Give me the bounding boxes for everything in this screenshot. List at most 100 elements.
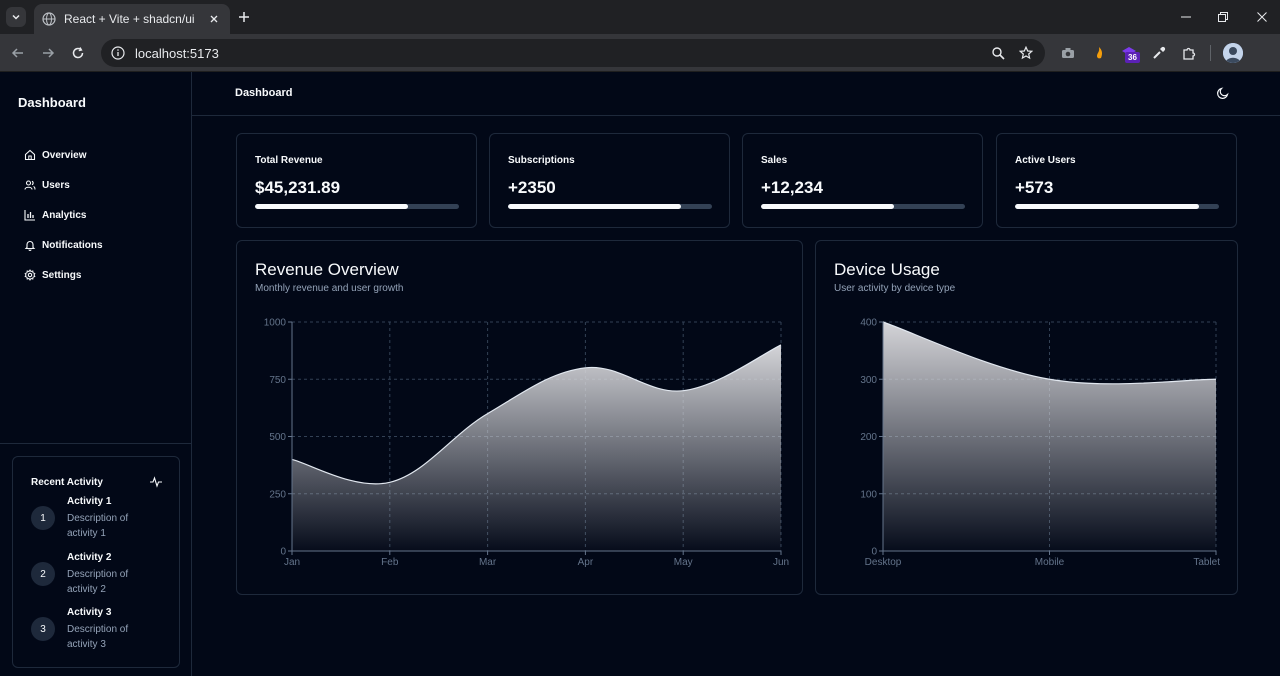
- arrow-right-icon: [43, 48, 55, 58]
- device-area-chart: 0 100 200 300 400 Desktop Mobile Tablet: [860, 318, 1220, 569]
- series-area: [292, 344, 781, 551]
- stat-value: +12,234: [761, 178, 823, 197]
- top-header: Dashboard: [192, 72, 1280, 116]
- sidebar-item-notifications[interactable]: Notifications: [24, 235, 103, 255]
- globe-icon: [42, 12, 56, 26]
- address-bar[interactable]: localhost:5173: [101, 39, 1045, 67]
- y-tick-label: 100: [860, 489, 877, 500]
- y-tick-label: 400: [860, 318, 877, 329]
- browser-toolbar: localhost:5173: [0, 34, 1280, 72]
- device-usage-card: Device Usage User activity by device typ…: [815, 240, 1238, 595]
- zoom-button[interactable]: [989, 44, 1007, 62]
- bar-chart-icon: [24, 210, 35, 221]
- dashboard-app: Dashboard Overview Users Analytics Notif…: [0, 72, 1280, 676]
- y-tick-label: 200: [860, 432, 877, 443]
- minimize-icon: [1181, 16, 1191, 18]
- recent-activity-card: Recent Activity 1 Activity 1 Description…: [12, 456, 180, 668]
- activity-number: 3: [31, 617, 55, 641]
- y-tick-label: 1000: [264, 318, 287, 329]
- sidebar-item-overview[interactable]: Overview: [24, 145, 86, 165]
- revenue-area-chart: 0 250 500 750 1000 Jan Feb Mar Apr May Jun: [264, 318, 789, 569]
- x-tick-label: Apr: [578, 557, 594, 568]
- users-icon: [24, 180, 36, 190]
- sidebar-item-label: Analytics: [42, 209, 87, 221]
- sidebar-item-label: Notifications: [42, 239, 103, 251]
- sidebar-divider: [0, 443, 191, 444]
- activity-name: Activity 3: [67, 607, 112, 618]
- arrow-left-icon: [11, 48, 23, 58]
- profile-avatar[interactable]: [1223, 43, 1243, 63]
- progress-fill: [761, 204, 894, 209]
- window-close-button[interactable]: [1244, 4, 1280, 30]
- stat-label: Active Users: [1015, 155, 1076, 166]
- info-icon: [111, 46, 125, 60]
- page-title: Dashboard: [235, 87, 293, 99]
- recent-activity-title: Recent Activity: [31, 477, 103, 488]
- stat-label: Total Revenue: [255, 155, 323, 166]
- camera-extension[interactable]: [1059, 44, 1077, 62]
- x-tick-label: May: [674, 557, 693, 568]
- sidebar-item-analytics[interactable]: Analytics: [24, 205, 86, 225]
- y-tick-label: 500: [269, 432, 286, 443]
- bookmark-button[interactable]: [1017, 44, 1035, 62]
- x-tick-label: Jan: [284, 557, 300, 568]
- progress-bar: [255, 204, 459, 209]
- eyedropper-icon: [1153, 46, 1166, 59]
- gear-icon: [24, 269, 36, 281]
- tab-search-button[interactable]: [6, 7, 26, 27]
- sidebar: Dashboard Overview Users Analytics Notif…: [0, 72, 192, 676]
- activity-number: 1: [31, 506, 55, 530]
- plus-icon: [239, 12, 249, 22]
- stat-label: Sales: [761, 155, 788, 166]
- progress-bar: [508, 204, 712, 209]
- eyedropper-extension[interactable]: [1150, 44, 1168, 62]
- stat-label: Subscriptions: [508, 155, 575, 166]
- zoom-icon: [992, 47, 1005, 60]
- x-tick-label: Mobile: [1035, 557, 1065, 568]
- restore-button[interactable]: [1205, 4, 1241, 30]
- moon-icon[interactable]: [1216, 86, 1230, 100]
- url-text: localhost:5173: [135, 45, 219, 61]
- toolbar-divider: [1210, 45, 1211, 61]
- x-tick-label: Feb: [381, 557, 399, 568]
- x-tick-label: Tablet: [1193, 557, 1220, 568]
- forward-button[interactable]: [38, 43, 58, 63]
- new-tab-button[interactable]: [234, 7, 254, 27]
- sidebar-item-label: Users: [42, 179, 70, 191]
- tab-close-button[interactable]: [206, 11, 222, 27]
- sidebar-item-users[interactable]: Users: [24, 175, 70, 195]
- series-area: [883, 322, 1216, 551]
- sidebar-item-label: Settings: [42, 269, 82, 281]
- orange-extension[interactable]: [1090, 44, 1108, 62]
- x-tick-label: Mar: [479, 557, 497, 568]
- x-tick-label: Jun: [773, 557, 789, 568]
- activity-pulse-icon: [150, 476, 162, 488]
- reload-icon: [72, 47, 84, 59]
- activity-name: Activity 2: [67, 552, 112, 563]
- extensions-button[interactable]: [1180, 44, 1198, 62]
- browser-tab-bar: React + Vite + shadcn/ui: [0, 0, 1280, 34]
- progress-fill: [255, 204, 408, 209]
- home-icon: [24, 149, 36, 161]
- reload-button[interactable]: [68, 43, 88, 63]
- y-tick-label: 0: [280, 547, 286, 558]
- y-tick-label: 300: [860, 375, 877, 386]
- y-tick-label: 0: [871, 547, 877, 558]
- minimize-button[interactable]: [1168, 4, 1204, 30]
- progress-fill: [508, 204, 682, 209]
- close-icon: [1257, 12, 1267, 22]
- avatar-icon: [1223, 43, 1243, 63]
- back-button[interactable]: [8, 43, 28, 63]
- camera-icon: [1062, 48, 1074, 58]
- activity-description: Description of activity 2: [67, 569, 129, 595]
- browser-tab[interactable]: React + Vite + shadcn/ui: [34, 4, 230, 34]
- stat-value: $45,231.89: [255, 178, 341, 197]
- puzzle-icon: [1183, 47, 1196, 60]
- stat-card-subscriptions: Subscriptions +2350: [489, 133, 730, 228]
- progress-bar: [1015, 204, 1219, 209]
- progress-fill: [1015, 204, 1199, 209]
- activity-description: Description of activity 1: [67, 513, 129, 539]
- sidebar-item-settings[interactable]: Settings: [24, 265, 81, 285]
- stat-value: +573: [1015, 178, 1054, 197]
- extension-badge: 36: [1125, 52, 1140, 63]
